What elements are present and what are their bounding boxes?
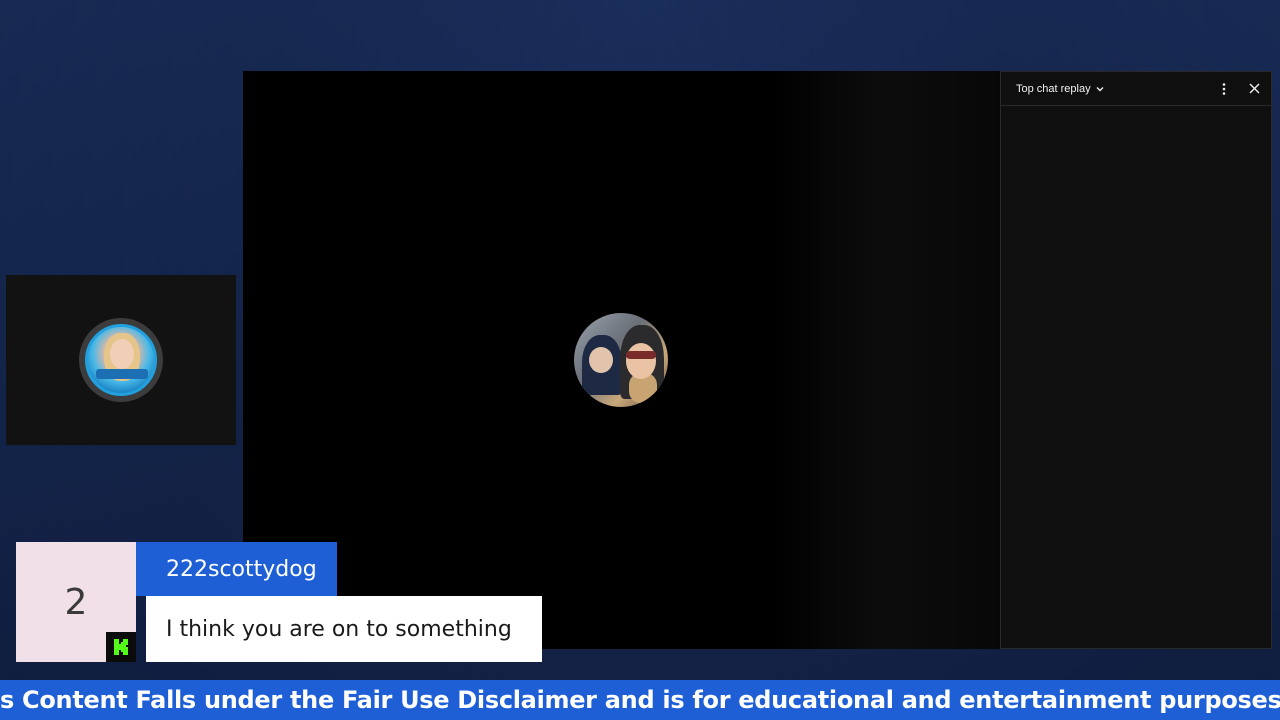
close-icon[interactable] [1247,82,1261,96]
alert-count: 2 [64,581,88,623]
video-shade [770,71,1000,649]
chat-panel: Top chat replay [1000,71,1272,649]
participant-avatar [574,313,668,407]
chat-header: Top chat replay [1001,72,1271,106]
ticker-text: s Content Falls under the Fair Use Discl… [0,686,1280,714]
avatar-sunglasses [626,351,656,359]
chat-title-label: Top chat replay [1016,82,1091,95]
more-vert-icon[interactable] [1217,82,1231,96]
main-video-stage[interactable] [243,71,1000,649]
chevron-down-icon [1095,84,1105,94]
avatar-person-left-face [589,347,613,373]
disclaimer-ticker: s Content Falls under the Fair Use Discl… [0,680,1280,720]
avatar-face [110,339,134,369]
avatar-image [85,324,157,396]
secondary-participant-avatar [79,318,163,402]
kick-logo-icon [106,632,136,662]
avatar-person-right-face [626,343,656,379]
alert-username: 222scottydog [136,542,337,596]
alert-message: I think you are on to something [146,596,542,662]
avatar-banner [96,369,148,379]
secondary-participant-tile[interactable] [6,275,236,445]
chat-mode-dropdown[interactable]: Top chat replay [1016,83,1105,95]
